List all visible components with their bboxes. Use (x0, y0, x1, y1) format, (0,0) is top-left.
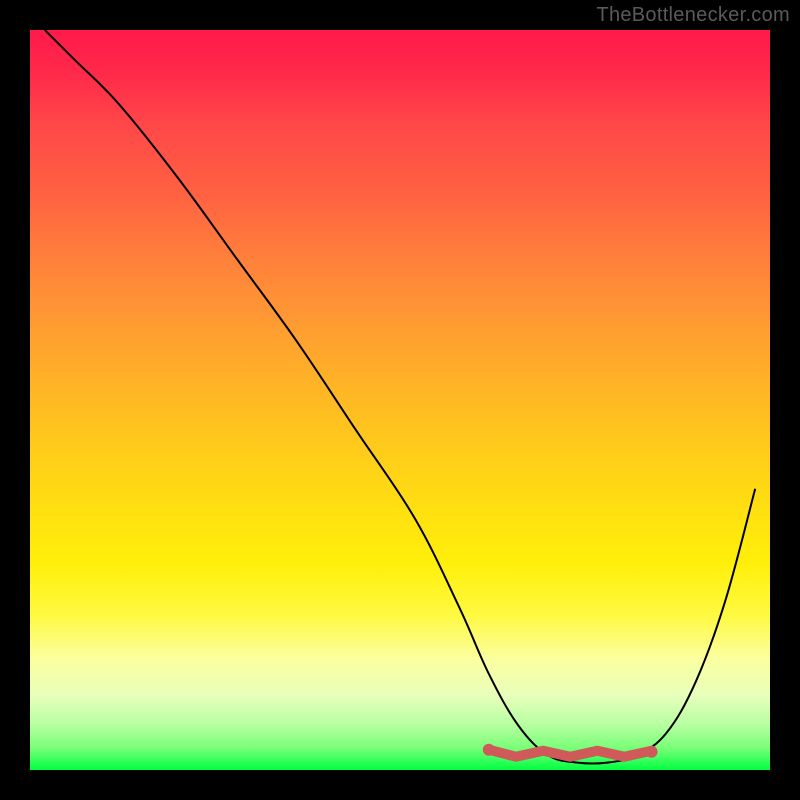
watermark-text: TheBottlenecker.com (596, 4, 790, 27)
optimal-region-marker (489, 750, 652, 757)
chart-svg (30, 30, 770, 770)
chart-plot-area (30, 30, 770, 770)
optimal-marker-dot-right (646, 746, 658, 758)
bottleneck-curve (45, 30, 755, 764)
optimal-marker-dot-left (483, 744, 495, 756)
